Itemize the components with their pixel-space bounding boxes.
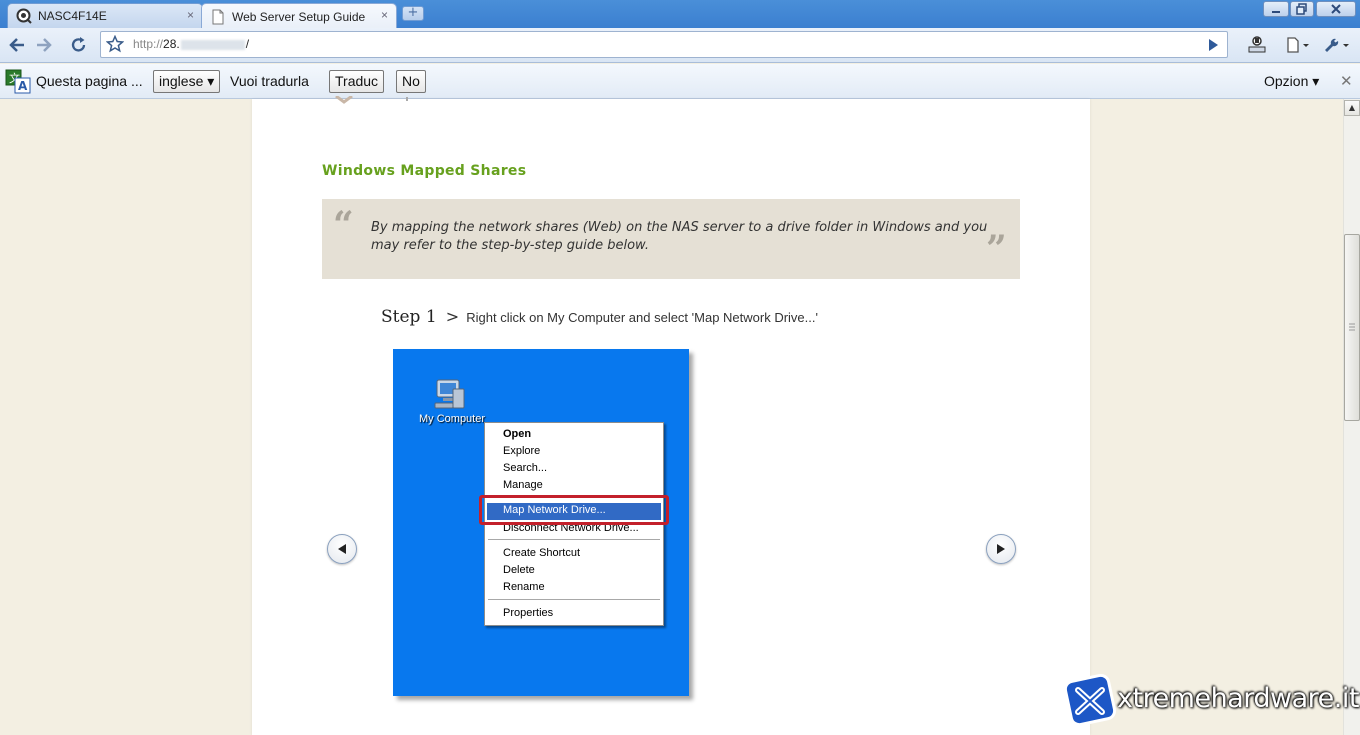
new-tab-button[interactable]: + [402,6,424,21]
translate-icon: 文A [5,69,31,98]
menu-item-open: Open [503,428,532,440]
extension-icon [1248,36,1266,53]
browser-toolbar: http://28. / [0,28,1360,63]
back-arrow-icon [9,38,24,52]
quote-text: By mapping the network shares (Web) on t… [371,220,988,253]
forward-arrow-icon [37,38,52,52]
minimize-button[interactable] [1263,1,1289,17]
tools-menu-button[interactable] [1322,33,1354,57]
step-screenshot: My Computer Open Explore Search... Manag… [393,349,689,696]
nas-favicon-icon [16,8,32,24]
tab-title: NASC4F14E [38,9,107,23]
close-quote-icon: ” [986,228,1007,270]
tab-web-server-setup-guide[interactable]: Web Server Setup Guide × [201,3,397,29]
menu-item-explore: Explore [503,445,541,457]
tab-close-icon[interactable]: × [187,8,194,22]
reload-icon [71,37,86,52]
no-button[interactable]: No [396,70,426,93]
my-computer-label: My Computer [419,413,486,425]
page-menu-button[interactable] [1284,33,1314,57]
open-quote-icon: “ [333,204,354,246]
url-scheme: http:// [133,37,164,51]
url-text[interactable]: http://28. / [133,37,249,51]
menu-item-rename: Rename [503,581,545,593]
translate-button[interactable]: Traduc [329,70,385,93]
context-menu: Open Explore Search... Manage Map Networ… [479,422,669,626]
scroll-up-button[interactable]: ▲ [1344,100,1360,116]
restore-button[interactable] [1290,1,1314,17]
right-arrow-icon [997,544,1005,554]
step-description: Right click on My Computer and select 'M… [466,310,818,325]
step-label: Step 1 [381,307,437,327]
watermark-text: xtremehardware.it [1117,683,1359,714]
forward-button[interactable] [32,33,56,57]
restore-icon [1296,3,1307,15]
menu-separator [488,599,660,600]
next-step-button[interactable] [986,534,1016,564]
bookmark-star-icon[interactable] [105,34,125,57]
menu-item-search: Search... [503,462,548,474]
close-window-button[interactable] [1316,1,1356,17]
options-menu[interactable]: Opzion ▾ [1264,73,1319,90]
section-title: Windows Mapped Shares [322,163,527,179]
menu-separator [488,539,660,540]
menu-item-create-shortcut: Create Shortcut [503,547,581,559]
tab-nas[interactable]: NASC4F14E × [7,3,203,28]
menu-item-manage: Manage [503,479,543,491]
my-computer-icon [431,377,467,415]
partial-divider [406,97,408,101]
close-icon [1331,4,1341,14]
scroll-thumb[interactable] [1344,234,1360,421]
grip-icon [1349,323,1355,331]
prev-step-button[interactable] [327,534,357,564]
url-tail: / [245,37,250,51]
step-heading: Step 1 > Right click on My Computer and … [381,307,818,327]
partial-logo-icon [334,93,354,112]
tab-strip: NASC4F14E × Web Server Setup Guide × + [0,0,1360,29]
minimize-icon [1272,11,1280,13]
menu-item-delete: Delete [503,564,535,576]
vertical-scrollbar[interactable]: ▲ [1343,99,1360,735]
tab-close-icon[interactable]: × [381,8,388,22]
translate-infobar: 文A Questa pagina ... inglese ▾ Vuoi trad… [0,64,1360,99]
page-favicon-icon [210,9,226,25]
language-select[interactable]: inglese ▾ [153,70,221,93]
watermark-logo-icon [1062,672,1118,732]
highlight-box [479,495,669,525]
address-bar[interactable]: http://28. / [100,31,1228,58]
play-icon [1209,39,1218,51]
page-content: Windows Mapped Shares “ By mapping the n… [252,94,1090,735]
wrench-icon [1325,38,1349,52]
tab-title: Web Server Setup Guide [232,9,366,24]
page-menu-icon [1287,37,1309,53]
url-redacted [180,39,245,50]
translate-question: Vuoi tradurla [230,73,309,89]
step-separator: > [445,307,460,326]
quote-box: “ By mapping the network shares (Web) on… [322,199,1020,279]
close-infobar-icon[interactable]: ✕ [1340,72,1353,90]
left-arrow-icon [338,544,346,554]
extension-button[interactable] [1244,33,1270,57]
translate-message: Questa pagina ... [36,73,143,89]
back-button[interactable] [5,33,29,57]
go-button[interactable] [1201,33,1225,57]
svg-text:A: A [18,79,28,93]
menu-item-properties: Properties [503,607,554,619]
url-host: 28. [163,37,180,51]
reload-button[interactable] [67,33,91,57]
